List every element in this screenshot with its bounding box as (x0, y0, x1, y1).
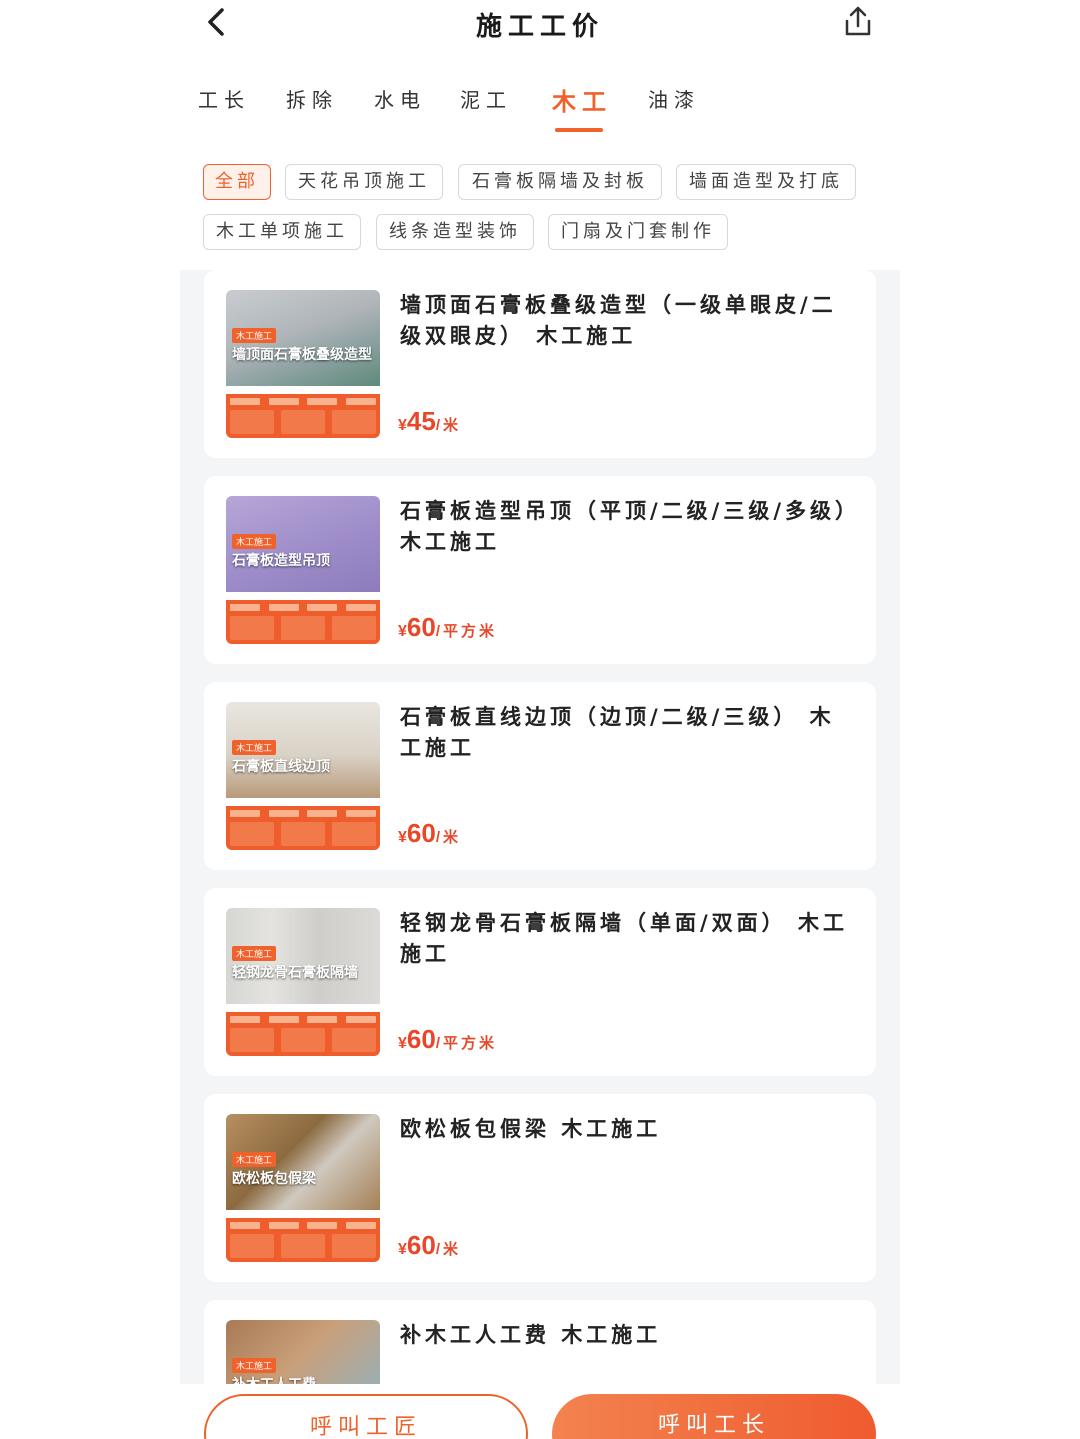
item-thumbnail: 木工施工 补木工人工费 (226, 1320, 380, 1384)
tab-carpentry[interactable]: 木工 (552, 82, 612, 117)
item-thumbnail: 木工施工 墙顶面石膏板叠级造型 (226, 290, 380, 438)
chip-single-item[interactable]: 木工单项施工 (203, 214, 361, 250)
chip-all[interactable]: 全部 (203, 164, 271, 200)
thumbnail-banner (226, 600, 380, 644)
item-title: 补木工人工费 木工施工 (400, 1323, 662, 1347)
thumbnail-title: 轻钢龙骨石膏板隔墙 (232, 965, 358, 981)
thumbnail-title: 欧松板包假梁 (232, 1171, 316, 1187)
list-item[interactable]: 木工施工 补木工人工费 补木工人工费 木工施工 (204, 1300, 876, 1384)
bottom-action-bar: 呼叫工匠 呼叫工长 (180, 1384, 900, 1439)
chip-wall-feature[interactable]: 墙面造型及打底 (676, 164, 856, 200)
chip-doors[interactable]: 门扇及门套制作 (548, 214, 728, 250)
thumbnail-title: 墙顶面石膏板叠级造型 (232, 347, 372, 363)
list-item[interactable]: 木工施工 轻钢龙骨石膏板隔墙 轻钢龙骨石膏板隔墙（单面/双面） 木工施工 ¥60… (204, 888, 876, 1076)
list-item[interactable]: 木工施工 欧松板包假梁 欧松板包假梁 木工施工 ¥60/米 (204, 1094, 876, 1282)
item-price: ¥60/米 (398, 1230, 461, 1260)
item-thumbnail: 木工施工 石膏板直线边顶 (226, 702, 380, 850)
top-bar: 施工工价 (180, 0, 900, 50)
list-item[interactable]: 木工施工 墙顶面石膏板叠级造型 墙顶面石膏板叠级造型（一级单眼皮/二级双眼皮） … (204, 270, 876, 458)
item-thumbnail: 木工施工 轻钢龙骨石膏板隔墙 (226, 908, 380, 1056)
item-title: 石膏板直线边顶（边顶/二级/三级） 木工施工 (400, 705, 835, 760)
item-price: ¥60/平方米 (398, 612, 497, 642)
tab-painting[interactable]: 油漆 (648, 84, 700, 113)
active-tab-indicator (555, 128, 603, 132)
price-list: 木工施工 墙顶面石膏板叠级造型 墙顶面石膏板叠级造型（一级单眼皮/二级双眼皮） … (180, 270, 900, 1384)
item-title: 轻钢龙骨石膏板隔墙（单面/双面） 木工施工 (400, 911, 848, 966)
item-title: 墙顶面石膏板叠级造型（一级单眼皮/二级双眼皮） 木工施工 (400, 293, 837, 348)
tab-demolition[interactable]: 拆除 (286, 84, 338, 113)
thumbnail-tag: 木工施工 (232, 1358, 277, 1373)
tab-masonry[interactable]: 泥工 (460, 84, 512, 113)
item-title: 石膏板造型吊顶（平顶/二级/三级/多级） 木工施工 (400, 499, 875, 554)
chip-moulding[interactable]: 线条造型装饰 (376, 214, 534, 250)
item-price: ¥60/平方米 (398, 1024, 497, 1054)
item-thumbnail: 木工施工 石膏板造型吊顶 (226, 496, 380, 644)
item-price: ¥45/米 (398, 406, 461, 436)
call-craftsman-button[interactable]: 呼叫工匠 (204, 1394, 528, 1439)
thumbnail-banner (226, 1012, 380, 1056)
category-tabs: 工长 拆除 水电 泥工 木工 油漆 (180, 84, 900, 134)
item-title: 欧松板包假梁 木工施工 (400, 1117, 662, 1141)
thumbnail-banner (226, 806, 380, 850)
page-title: 施工工价 (475, 12, 604, 42)
tab-plumbing-electric[interactable]: 水电 (374, 84, 426, 113)
thumbnail-tag: 木工施工 (232, 946, 277, 961)
call-foreman-button[interactable]: 呼叫工长 (552, 1394, 876, 1439)
thumbnail-banner (226, 1218, 380, 1262)
chip-ceiling[interactable]: 天花吊顶施工 (285, 164, 443, 200)
thumbnail-title: 石膏板造型吊顶 (232, 553, 330, 569)
thumbnail-tag: 木工施工 (232, 328, 277, 343)
thumbnail-tag: 木工施工 (232, 1152, 277, 1167)
item-price: ¥60/米 (398, 818, 461, 848)
share-icon[interactable] (840, 4, 876, 40)
thumbnail-tag: 木工施工 (232, 534, 277, 549)
thumbnail-banner (226, 394, 380, 438)
tab-foreman[interactable]: 工长 (198, 84, 250, 113)
list-item[interactable]: 木工施工 石膏板直线边顶 石膏板直线边顶（边顶/二级/三级） 木工施工 ¥60/… (204, 682, 876, 870)
list-item[interactable]: 木工施工 石膏板造型吊顶 石膏板造型吊顶（平顶/二级/三级/多级） 木工施工 ¥… (204, 476, 876, 664)
thumbnail-title: 石膏板直线边顶 (232, 759, 330, 775)
thumbnail-tag: 木工施工 (232, 740, 277, 755)
chip-partition[interactable]: 石膏板隔墙及封板 (458, 164, 662, 200)
thumbnail-title: 补木工人工费 (232, 1374, 316, 1384)
item-thumbnail: 木工施工 欧松板包假梁 (226, 1114, 380, 1262)
